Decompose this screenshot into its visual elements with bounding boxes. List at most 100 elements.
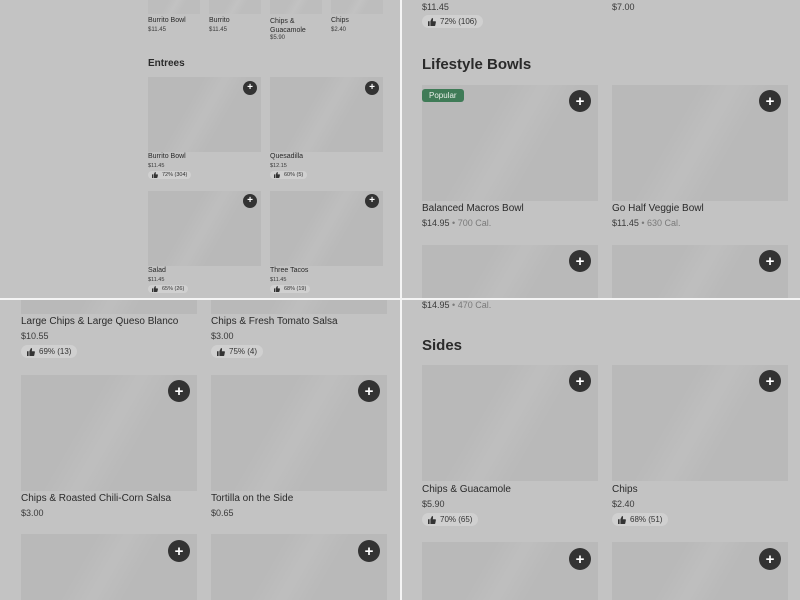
item-name[interactable]: Burrito Bowl — [148, 17, 186, 24]
rating-text: 70% (65) — [440, 515, 473, 524]
add-to-cart-button[interactable]: + — [243, 194, 257, 208]
price-value: $14.95 — [422, 218, 450, 228]
item-price: $5.90 — [422, 499, 445, 509]
divider-horizontal — [0, 298, 800, 300]
item-price: $14.95 • 470 Cal. — [422, 300, 491, 310]
item-price: $11.45 — [148, 27, 166, 33]
item-name[interactable]: Chips & Guacamole — [422, 484, 511, 495]
item-name[interactable]: Tortilla on the Side — [211, 493, 293, 504]
item-price: $11.45 • 630 Cal. — [612, 218, 681, 228]
plus-icon: + — [174, 382, 184, 400]
thumbs-up-icon — [217, 347, 225, 356]
separator: • — [449, 300, 458, 310]
item-image[interactable] — [209, 0, 261, 14]
add-to-cart-button[interactable]: + — [759, 548, 781, 570]
menu-view-top-right: $11.45 72% (106) $7.00 Lifestyle Bowls P… — [402, 0, 800, 298]
rating-text: 72% (304) — [162, 172, 188, 178]
add-to-cart-button[interactable]: + — [168, 540, 190, 562]
item-image[interactable] — [21, 300, 197, 314]
menu-view-top-left: Burrito Bowl $11.45 Burrito $11.45 Chips… — [0, 0, 400, 298]
thumbs-up-icon — [428, 515, 436, 524]
item-name[interactable]: Large Chips & Large Queso Blanco — [21, 316, 178, 327]
plus-icon: + — [174, 542, 184, 560]
item-name[interactable]: Salad — [148, 267, 166, 274]
rating-text: 60% (5) — [284, 172, 304, 178]
calories: 630 Cal. — [647, 218, 681, 228]
rating-text: 68% (19) — [284, 286, 307, 292]
plus-icon: + — [765, 252, 775, 270]
item-price: $0.65 — [211, 508, 234, 518]
item-name[interactable]: Go Half Veggie Bowl — [612, 203, 704, 214]
item-name[interactable]: Chips — [331, 17, 349, 24]
item-price: $3.00 — [211, 331, 234, 341]
item-name[interactable]: Balanced Macros Bowl — [422, 203, 524, 214]
thumbs-up-icon — [152, 286, 158, 292]
plus-icon: + — [369, 82, 375, 93]
item-image[interactable] — [270, 0, 322, 14]
add-to-cart-button[interactable]: + — [365, 194, 379, 208]
item-image[interactable] — [148, 0, 200, 14]
item-name[interactable]: Burrito Bowl — [148, 153, 186, 160]
item-name[interactable]: Chips — [612, 484, 638, 495]
item-name[interactable]: Quesadilla — [270, 153, 303, 160]
menu-view-bottom-left: Large Chips & Large Queso Blanco $10.55 … — [0, 300, 400, 600]
calories: 700 Cal. — [457, 218, 492, 228]
plus-icon: + — [364, 382, 374, 400]
item-name[interactable]: Three Tacos — [270, 267, 308, 274]
price-value: $11.45 — [612, 218, 639, 228]
thumbs-up-icon — [618, 515, 626, 524]
add-to-cart-button[interactable]: + — [168, 380, 190, 402]
plus-icon: + — [765, 372, 775, 390]
item-image[interactable] — [331, 0, 383, 14]
menu-view-bottom-right: $14.95 • 470 Cal. Sides + Chips & Guacam… — [402, 300, 800, 600]
item-image[interactable] — [211, 300, 387, 314]
rating-pill: 72% (106) — [422, 15, 483, 28]
rating-text: 72% (106) — [440, 17, 477, 26]
plus-icon: + — [765, 92, 775, 110]
section-title-lifestyle-bowls: Lifestyle Bowls — [422, 56, 532, 73]
item-name[interactable]: Chips & Guacamole — [270, 17, 306, 35]
popular-badge: Popular — [422, 89, 464, 102]
plus-icon: + — [364, 542, 374, 560]
add-to-cart-button[interactable]: + — [759, 90, 781, 112]
item-price: $11.45 — [422, 2, 449, 12]
rating-pill: 75% (4) — [211, 345, 264, 358]
item-price: $14.95 • 700 Cal. — [422, 218, 491, 228]
add-to-cart-button[interactable]: + — [243, 81, 257, 95]
add-to-cart-button[interactable]: + — [569, 250, 591, 272]
rating-text: 68% (51) — [630, 515, 663, 524]
add-to-cart-button[interactable]: + — [358, 380, 380, 402]
item-name[interactable]: Chips & Roasted Chili-Corn Salsa — [21, 493, 171, 504]
section-title-sides: Sides — [422, 337, 463, 354]
rating-pill: 65% (26) — [148, 285, 189, 293]
item-name[interactable]: Burrito — [209, 17, 230, 24]
plus-icon: + — [575, 550, 585, 568]
rating-pill: 72% (304) — [148, 171, 192, 179]
rating-pill: 69% (13) — [21, 345, 78, 358]
add-to-cart-button[interactable]: + — [759, 370, 781, 392]
rating-pill: 68% (51) — [612, 513, 669, 526]
rating-text: 75% (4) — [229, 347, 258, 356]
item-price: $2.40 — [331, 27, 347, 33]
add-to-cart-button[interactable]: + — [365, 81, 379, 95]
item-price: $12.15 — [270, 163, 287, 169]
item-price: $2.40 — [612, 499, 635, 509]
plus-icon: + — [575, 252, 585, 270]
rating-pill: 70% (65) — [422, 513, 479, 526]
item-price: $11.45 — [270, 277, 287, 283]
rating-text: 69% (13) — [39, 347, 72, 356]
add-to-cart-button[interactable]: + — [358, 540, 380, 562]
calories: 470 Cal. — [457, 300, 492, 310]
add-to-cart-button[interactable]: + — [569, 370, 591, 392]
thumbs-up-icon — [274, 172, 280, 178]
add-to-cart-button[interactable]: + — [569, 548, 591, 570]
thumbs-up-icon — [428, 17, 436, 26]
item-price: $11.45 — [148, 163, 165, 169]
add-to-cart-button[interactable]: + — [759, 250, 781, 272]
plus-icon: + — [765, 550, 775, 568]
item-name[interactable]: Chips & Fresh Tomato Salsa — [211, 316, 338, 327]
add-to-cart-button[interactable]: + — [569, 90, 591, 112]
item-price: $10.55 — [21, 331, 49, 341]
thumbs-up-icon — [274, 286, 280, 292]
thumbs-up-icon — [27, 347, 35, 356]
